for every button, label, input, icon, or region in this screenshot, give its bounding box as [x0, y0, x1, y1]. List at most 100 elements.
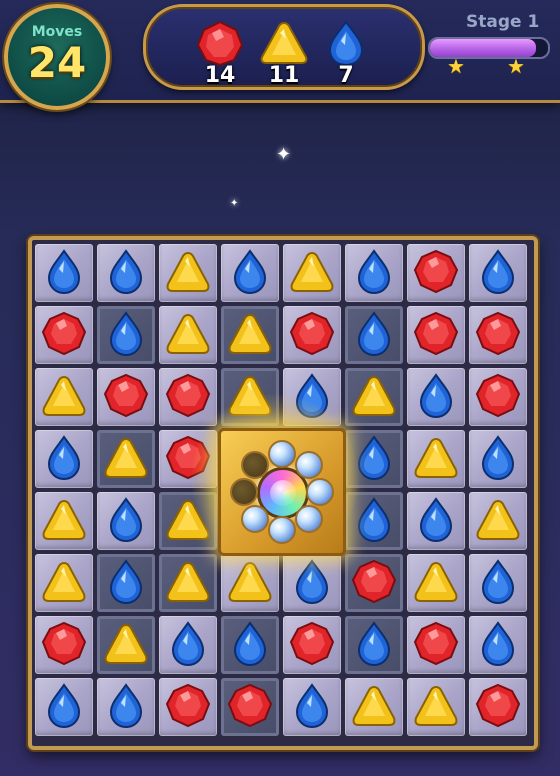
yellow-gem-icon — [414, 561, 458, 602]
board-cell[interactable] — [345, 306, 403, 364]
orb-icon — [306, 478, 334, 506]
board-cell[interactable] — [469, 368, 527, 426]
board-cell[interactable] — [407, 492, 465, 550]
red-gem-icon — [413, 249, 459, 294]
board-cell[interactable] — [469, 306, 527, 364]
orb-icon — [241, 504, 270, 533]
red-gem-icon — [475, 683, 521, 728]
board-cell[interactable] — [469, 430, 527, 488]
yellow-gem-icon — [260, 21, 308, 64]
red-gem-icon — [41, 621, 87, 666]
blue-gem-icon — [328, 20, 364, 67]
board-cell[interactable] — [159, 678, 217, 736]
board-cell[interactable] — [407, 368, 465, 426]
board-cell[interactable] — [283, 554, 341, 612]
star-icon: ★ — [447, 54, 465, 78]
blue-gem-icon — [109, 311, 143, 357]
blue-gem-icon — [481, 559, 515, 605]
yellow-gem-icon — [104, 623, 148, 664]
board-cell[interactable] — [407, 678, 465, 736]
goal-blue: 7 — [316, 19, 376, 88]
board-cell[interactable] — [221, 678, 279, 736]
board-cell[interactable] — [97, 554, 155, 612]
red-gem-icon — [413, 621, 459, 666]
board-cell[interactable] — [159, 554, 217, 612]
board-cell[interactable] — [221, 244, 279, 302]
yellow-gem-icon — [228, 561, 272, 602]
goal-panel: 14 11 7 — [143, 4, 425, 90]
board-cell[interactable] — [469, 616, 527, 674]
red-gem-icon — [227, 683, 273, 728]
yellow-gem-icon — [352, 685, 396, 726]
red-gem-icon — [351, 559, 397, 604]
board-cell[interactable] — [407, 616, 465, 674]
blue-gem-icon — [357, 621, 391, 667]
star-icon: ★ — [507, 54, 525, 78]
board-cell[interactable] — [345, 368, 403, 426]
board-cell[interactable] — [159, 306, 217, 364]
empty-orb-slot — [230, 478, 258, 506]
board-cell[interactable] — [283, 616, 341, 674]
board-cell[interactable] — [97, 244, 155, 302]
board-cell[interactable] — [35, 492, 93, 550]
red-gem-icon — [196, 20, 244, 67]
yellow-gem-icon — [414, 437, 458, 478]
board-cell[interactable] — [469, 244, 527, 302]
goal-red: 14 — [190, 19, 250, 88]
board-cell[interactable] — [221, 616, 279, 674]
red-gem-icon — [165, 373, 211, 418]
yellow-gem-icon — [414, 685, 458, 726]
blue-gem-icon — [357, 311, 391, 357]
sparkle-icon: ✦ — [230, 198, 239, 209]
goal-blue-count: 7 — [338, 63, 354, 88]
board-cell[interactable] — [35, 616, 93, 674]
board-cell[interactable] — [35, 368, 93, 426]
yellow-gem-icon — [476, 499, 520, 540]
blue-gem-icon — [109, 683, 143, 729]
board-cell[interactable] — [35, 244, 93, 302]
board-cell[interactable] — [159, 616, 217, 674]
orb-icon — [294, 451, 323, 480]
board-cell[interactable] — [283, 244, 341, 302]
board-cell[interactable] — [159, 244, 217, 302]
board-cell[interactable] — [97, 616, 155, 674]
yellow-gem-icon — [290, 251, 334, 292]
board-cell[interactable] — [345, 244, 403, 302]
board-cell[interactable] — [469, 554, 527, 612]
board-cell[interactable] — [159, 368, 217, 426]
board-cell[interactable] — [221, 554, 279, 612]
board-cell[interactable] — [469, 492, 527, 550]
blue-gem-icon — [419, 373, 453, 419]
blue-gem-icon — [233, 621, 267, 667]
yellow-gem-icon — [352, 375, 396, 416]
yellow-gem-icon — [166, 251, 210, 292]
blue-gem-icon — [233, 249, 267, 295]
board-cell[interactable] — [345, 554, 403, 612]
board-cell[interactable] — [345, 616, 403, 674]
blue-gem-icon — [109, 497, 143, 543]
board-cell[interactable] — [97, 492, 155, 550]
board-cell[interactable] — [35, 678, 93, 736]
board-cell[interactable] — [407, 430, 465, 488]
board-cell[interactable] — [97, 306, 155, 364]
board-cell[interactable] — [407, 306, 465, 364]
stage-label: Stage 1 — [466, 12, 540, 32]
board-cell[interactable] — [407, 554, 465, 612]
board-cell[interactable] — [35, 554, 93, 612]
board-cell[interactable] — [221, 306, 279, 364]
board-cell[interactable] — [35, 430, 93, 488]
board-cell[interactable] — [97, 368, 155, 426]
goal-yellow-count: 11 — [268, 63, 300, 88]
board-cell[interactable] — [283, 306, 341, 364]
board-cell[interactable] — [469, 678, 527, 736]
yellow-gem-icon — [166, 561, 210, 602]
board-cell[interactable] — [97, 430, 155, 488]
blue-gem-icon — [109, 559, 143, 605]
board-cell[interactable] — [407, 244, 465, 302]
orb-icon — [268, 516, 296, 544]
board-cell[interactable] — [283, 678, 341, 736]
board-cell[interactable] — [35, 306, 93, 364]
board-cell[interactable] — [345, 678, 403, 736]
rainbow-bomb-cage[interactable] — [218, 428, 346, 556]
board-cell[interactable] — [97, 678, 155, 736]
